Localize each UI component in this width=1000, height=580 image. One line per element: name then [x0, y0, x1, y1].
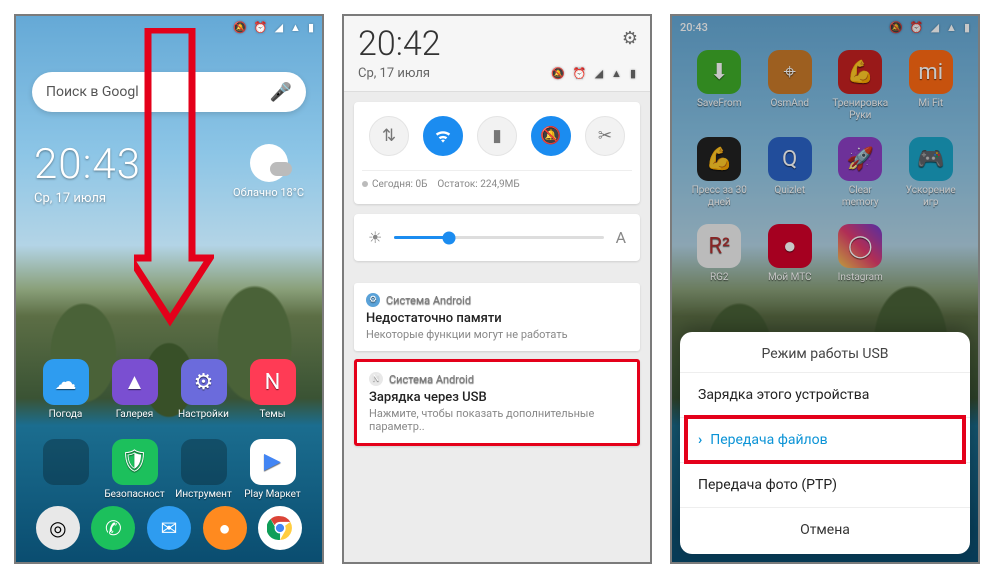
qs-time: 20:42 — [358, 24, 636, 64]
notification-0[interactable]: ⚙Система AndroidНедостаточно памятиНекот… — [354, 283, 640, 351]
qs-header: ⚙ 20:42 Ср, 17 июля 🔕 ⏰ ◢ ▲ ▮ — [344, 16, 650, 92]
app-Погода[interactable]: ☁Погода — [34, 359, 97, 421]
dock: ◎ ✆ ✉ ● — [16, 502, 322, 554]
qs-tile-dnd[interactable]: 🔕 — [531, 116, 571, 156]
signal-icon: ◢ — [595, 68, 603, 79]
weather-cloud-icon — [250, 144, 288, 182]
app-folder[interactable] — [34, 439, 97, 501]
home-apps-grid: ☁Погода▲Галерея⚙НастройкиNТемы 🛡Безопасно… — [16, 359, 322, 500]
qs-date: Ср, 17 июля — [358, 66, 551, 81]
search-placeholder: Поиск в Googl — [46, 84, 139, 100]
qs-tile-row: ⇅ ▮ 🔕 ✂ — [362, 116, 632, 156]
weather-cond: Облачно — [233, 186, 278, 199]
app-Безопасност[interactable]: 🛡Безопасност — [103, 439, 166, 501]
brightness-low-icon: ☀ — [368, 228, 382, 247]
app-Темы[interactable]: NТемы — [241, 359, 304, 421]
brightness-auto-icon[interactable]: A — [616, 228, 626, 247]
dialog-cancel-button[interactable]: Отмена — [680, 507, 970, 552]
usb-option-0[interactable]: Зарядка этого устройства — [680, 372, 970, 417]
dock-messages-icon[interactable]: ✉ — [147, 506, 191, 550]
app-Play Маркет[interactable]: ▶Play Маркет — [241, 439, 304, 501]
battery-icon: ▮ — [308, 22, 314, 33]
phone-quicksettings: ⚙ 20:42 Ср, 17 июля 🔕 ⏰ ◢ ▲ ▮ ⇅ ▮ 🔕 ✂ Сегод… — [342, 14, 652, 564]
qs-tile-wifi[interactable] — [423, 116, 463, 156]
dnd-icon: 🔕 — [233, 22, 247, 33]
weather-widget[interactable]: Облачно 18°C — [233, 144, 304, 199]
qs-tile-mobile-data[interactable]: ⇅ — [369, 116, 409, 156]
dock-recents-icon[interactable]: ◎ — [36, 506, 80, 550]
phone-homescreen: 🔕 ⏰ ◢ ▲ ▮ Поиск в Googl 🎤 20:43 Ср, 17 и… — [14, 14, 324, 564]
usb-mode-dialog: Режим работы USB Зарядка этого устройств… — [680, 332, 970, 554]
app-Настройки[interactable]: ⚙Настройки — [172, 359, 235, 421]
alarm-icon: ⏰ — [573, 68, 587, 79]
usage-today: Сегодня: 0Б — [372, 179, 427, 190]
wifi-icon: ▲ — [290, 22, 301, 33]
settings-gear-icon[interactable]: ⚙ — [622, 28, 638, 49]
brightness-slider-card: ☀ A — [354, 214, 640, 261]
weather-temp: 18°C — [280, 186, 304, 199]
red-highlight-annotation — [684, 415, 966, 464]
signal-icon: ◢ — [275, 22, 283, 33]
dialog-title: Режим работы USB — [680, 332, 970, 372]
qs-tile-flashlight[interactable]: ▮ — [477, 116, 517, 156]
qs-tile-screenshot[interactable]: ✂ — [585, 116, 625, 156]
alarm-icon: ⏰ — [254, 22, 268, 33]
dock-browser-icon[interactable]: ● — [203, 506, 247, 550]
mic-icon[interactable]: 🎤 — [270, 82, 292, 103]
data-usage-row[interactable]: Сегодня: 0Б Остаток: 224,9МБ — [362, 170, 632, 190]
wifi-icon: ▲ — [611, 68, 622, 79]
brightness-slider[interactable] — [394, 236, 603, 239]
app-Инструмент[interactable]: Инструмент — [172, 439, 235, 501]
dock-chrome-icon[interactable] — [258, 506, 302, 550]
usb-option-2[interactable]: Передача фото (PTP) — [680, 462, 970, 507]
dnd-icon: 🔕 — [551, 68, 565, 79]
usage-remain: Остаток: 224,9МБ — [437, 179, 519, 190]
dock-phone-icon[interactable]: ✆ — [91, 506, 135, 550]
battery-icon: ▮ — [630, 68, 636, 79]
phone-usb-dialog: 20:43 🔕 ⏰ ◢ ▲ ▮ ⬇SaveFrom⌖OsmAnd💪Трениро… — [670, 14, 980, 564]
app-Галерея[interactable]: ▲Галерея — [103, 359, 166, 421]
red-arrow-annotation — [134, 28, 214, 328]
notification-1[interactable]: NСистема AndroidЗарядка через USBНажмите… — [354, 359, 640, 446]
qs-tiles-card: ⇅ ▮ 🔕 ✂ Сегодня: 0Б Остаток: 224,9МБ — [354, 102, 640, 204]
